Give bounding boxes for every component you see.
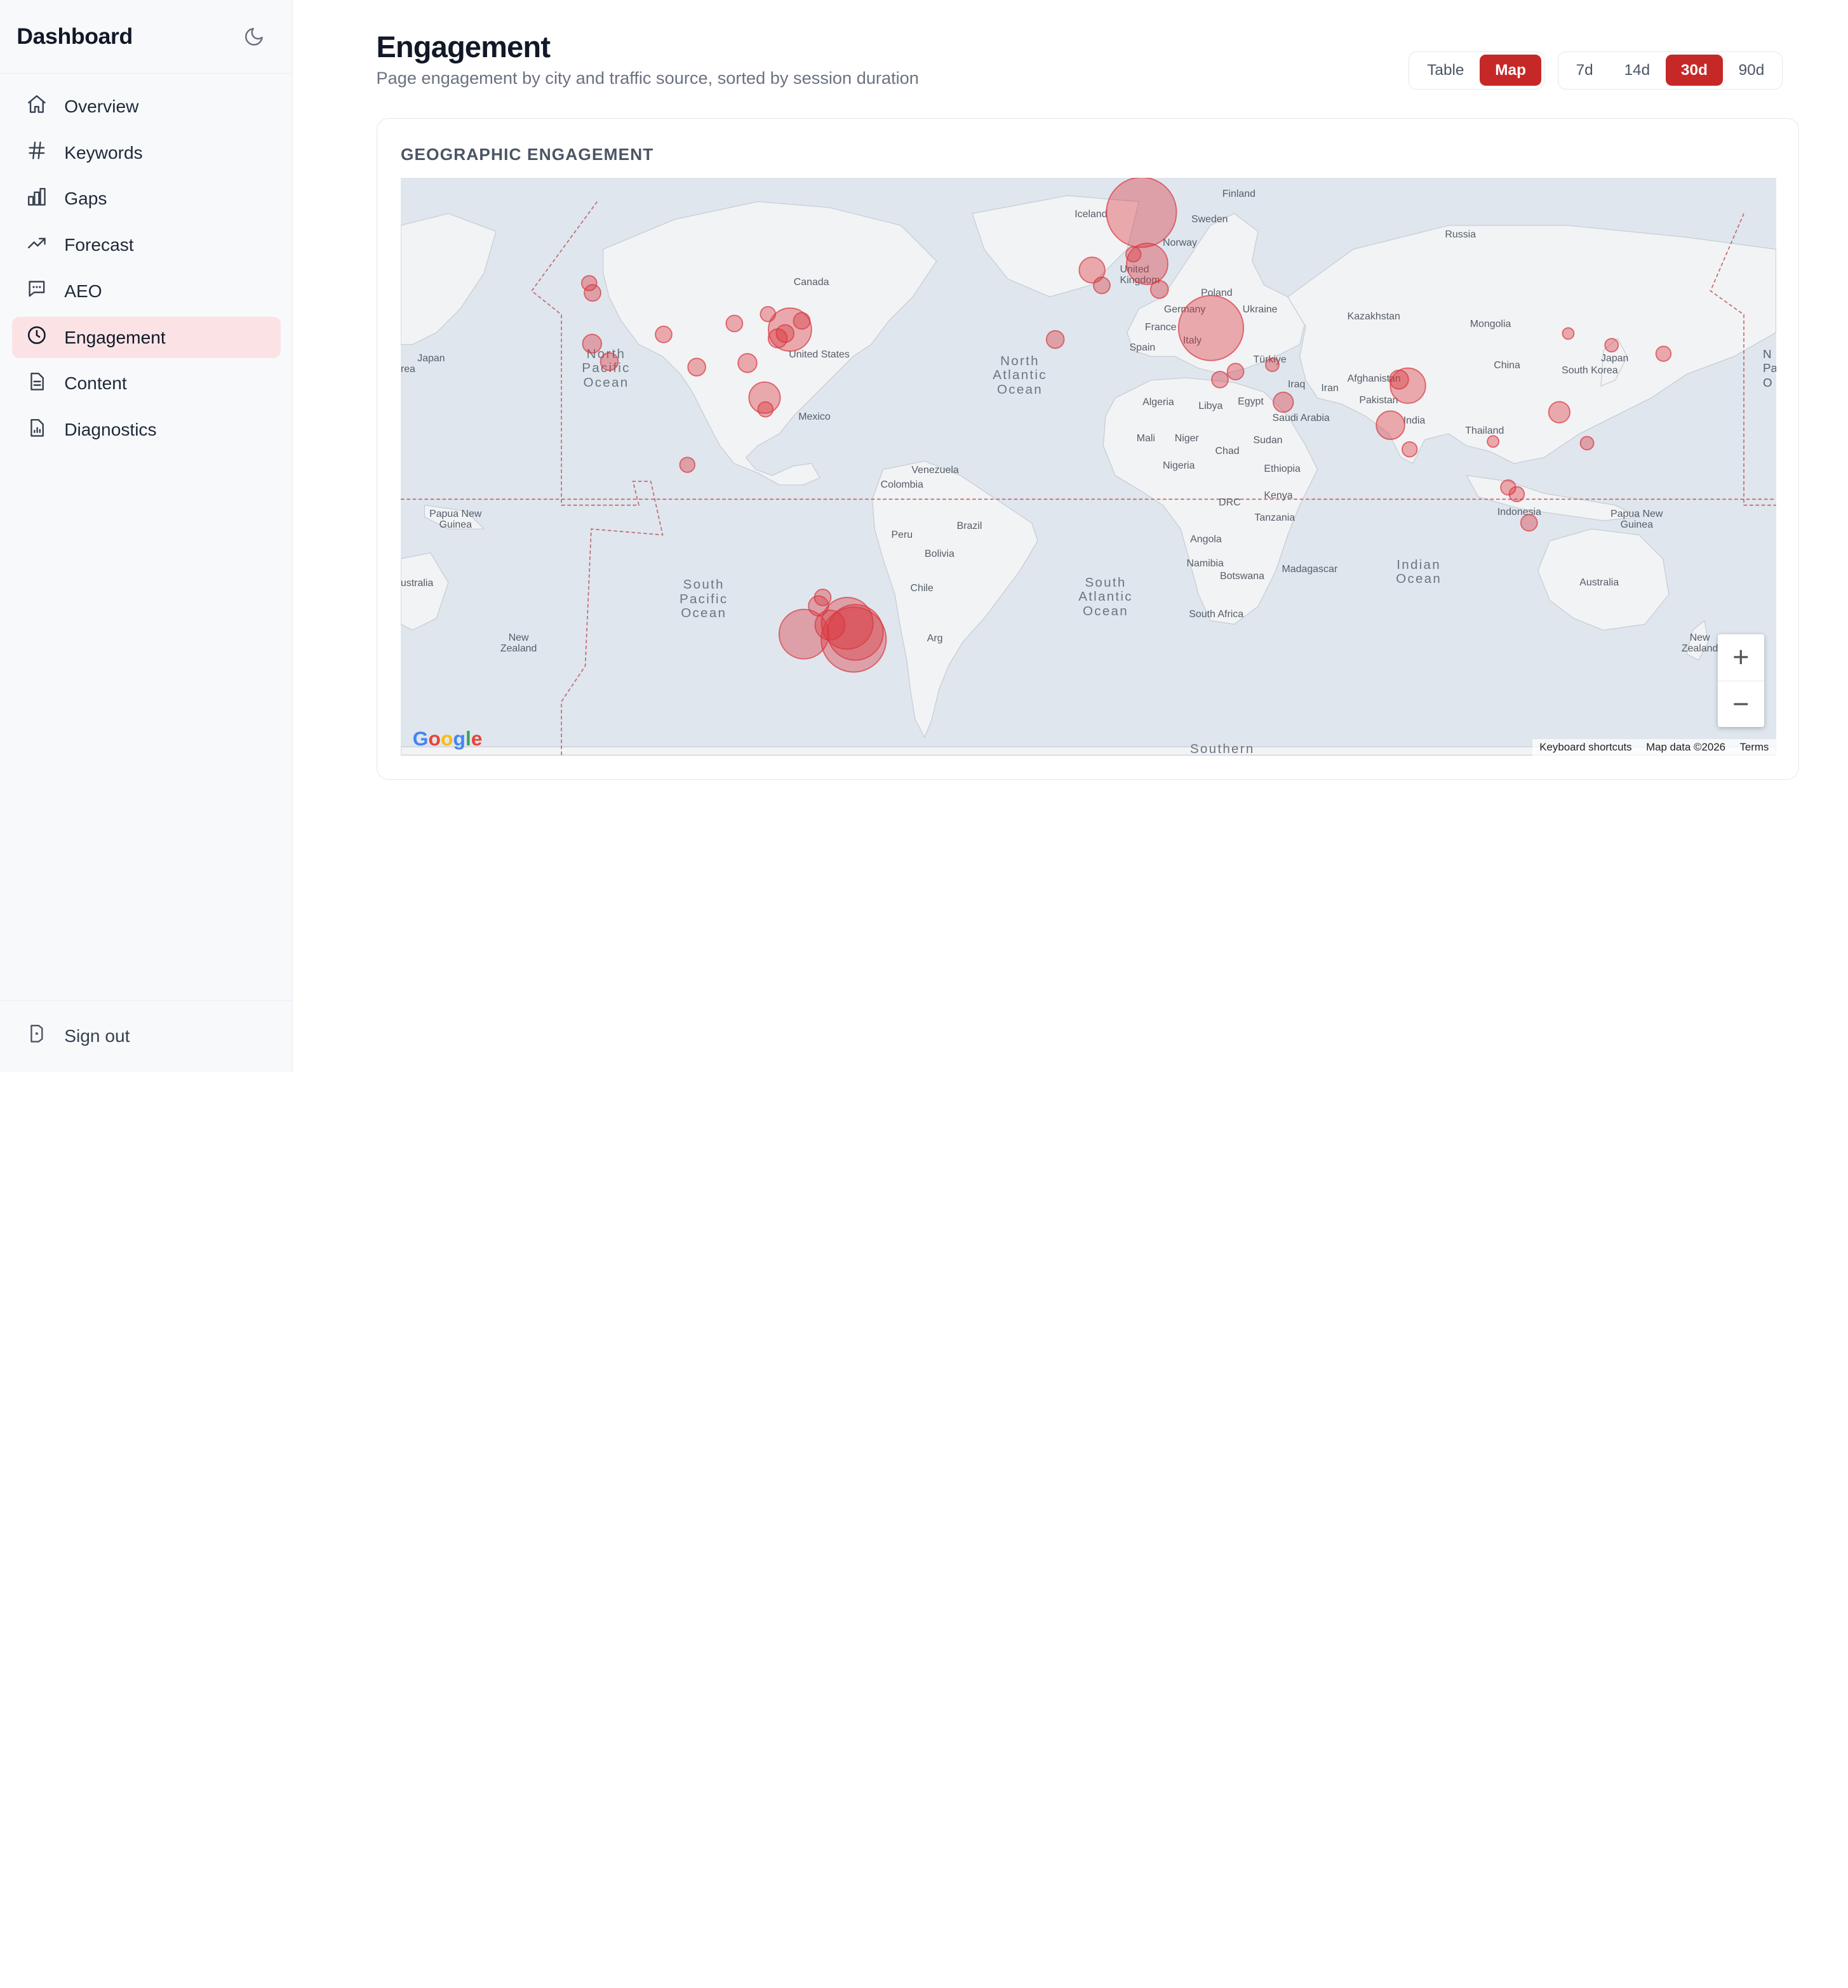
sidebar-item-label: Forecast (64, 235, 134, 255)
engagement-bubble[interactable] (1548, 401, 1570, 424)
range-30d-button[interactable]: 30d (1665, 55, 1724, 86)
engagement-bubble[interactable] (737, 353, 758, 373)
file-text-icon (26, 371, 48, 397)
sidebar-nav: Overview Keywords Gaps Forecast AEO Enga… (0, 74, 292, 467)
engagement-bubble[interactable] (599, 352, 619, 371)
view-toggle: Table Map (1409, 51, 1545, 90)
moon-icon[interactable] (243, 25, 267, 49)
geographic-engagement-card: GEOGRAPHIC ENGAGEMENT Finland Sweden Nor… (376, 117, 1800, 780)
sidebar-item-aeo[interactable]: AEO (12, 270, 281, 312)
page-title: Engagement (376, 30, 551, 63)
sidebar-item-overview[interactable]: Overview (12, 86, 281, 128)
engagement-bubble[interactable] (1520, 514, 1538, 532)
engagement-bubble[interactable] (1125, 246, 1142, 263)
engagement-bubble[interactable] (687, 357, 706, 377)
engagement-bubble[interactable] (1149, 280, 1169, 300)
message-icon (26, 278, 48, 304)
engagement-bubble[interactable] (814, 589, 832, 607)
sidebar-item-diagnostics[interactable]: Diagnostics (12, 409, 281, 451)
bar-chart-icon (26, 186, 48, 212)
engagement-bubble[interactable] (1177, 295, 1245, 362)
engagement-bubble[interactable] (1265, 357, 1280, 373)
card-title: GEOGRAPHIC ENGAGEMENT (401, 144, 654, 164)
engagement-bubble[interactable] (1500, 479, 1517, 496)
sign-out-button[interactable]: Sign out (0, 1000, 293, 1072)
home-icon (26, 93, 48, 119)
engagement-bubble[interactable] (1376, 410, 1405, 441)
keyboard-shortcuts-link[interactable]: Keyboard shortcuts (1539, 741, 1631, 754)
engagement-bubble[interactable] (1604, 338, 1619, 353)
range-14d-button[interactable]: 14d (1609, 55, 1665, 86)
sidebar: Dashboard Overview Keywords Gaps Forecas… (0, 0, 293, 1072)
sidebar-item-engagement[interactable]: Engagement (11, 316, 281, 359)
range-90d-button[interactable]: 90d (1723, 55, 1779, 86)
sign-out-label: Sign out (64, 1025, 130, 1046)
sidebar-item-label: Gaps (64, 189, 107, 209)
google-logo[interactable]: Google (413, 727, 483, 751)
engagement-bubble[interactable] (1655, 345, 1672, 363)
engagement-bubble[interactable] (1401, 441, 1418, 458)
sign-out-icon (26, 1023, 48, 1049)
engagement-bubble[interactable] (775, 324, 795, 344)
sidebar-item-label: Engagement (64, 327, 166, 347)
zoom-out-button[interactable]: − (1717, 680, 1764, 727)
map-attribution: Keyboard shortcuts Map data ©2026 Terms (1532, 738, 1776, 756)
clock-icon (26, 324, 48, 350)
engagement-bubble[interactable] (582, 334, 603, 354)
terms-link[interactable]: Terms (1739, 741, 1769, 754)
sidebar-header: Dashboard (0, 0, 293, 74)
engagement-bubble[interactable] (725, 315, 744, 333)
sidebar-item-label: Overview (64, 96, 139, 116)
engagement-bubble[interactable] (1106, 178, 1177, 248)
engagement-bubble[interactable] (1093, 277, 1111, 295)
engagement-bubble[interactable] (757, 401, 774, 418)
main-content: Engagement Page engagement by city and t… (293, 0, 1848, 1072)
engagement-bubbles (581, 178, 1672, 673)
table-view-button[interactable]: Table (1412, 55, 1480, 86)
sidebar-item-gaps[interactable]: Gaps (12, 178, 281, 220)
engagement-bubble[interactable] (655, 326, 673, 344)
sidebar-item-label: Diagnostics (64, 420, 157, 440)
trending-up-icon (26, 232, 48, 258)
sidebar-title: Dashboard (17, 23, 133, 50)
engagement-bubble[interactable] (760, 306, 777, 323)
world-map[interactable]: Finland Sweden Norway Iceland Russia Uni… (401, 178, 1776, 756)
range-toggle: 7d 14d 30d 90d (1557, 51, 1783, 90)
zoom-controls: + − (1717, 634, 1764, 727)
engagement-bubble[interactable] (581, 275, 598, 292)
sidebar-item-label: Keywords (64, 142, 143, 163)
file-chart-icon (26, 417, 48, 443)
range-7d-button[interactable]: 7d (1560, 55, 1609, 86)
engagement-bubble[interactable] (1226, 363, 1245, 381)
engagement-bubble[interactable] (793, 312, 811, 330)
map-data-label: Map data ©2026 (1646, 740, 1725, 753)
page-subtitle: Page engagement by city and traffic sour… (376, 67, 919, 88)
engagement-bubble[interactable] (679, 457, 696, 474)
engagement-bubble[interactable] (1273, 392, 1294, 413)
sidebar-item-label: AEO (64, 281, 102, 301)
hash-icon (26, 140, 48, 166)
zoom-in-button[interactable]: + (1718, 634, 1764, 681)
engagement-bubble[interactable] (1389, 370, 1409, 390)
sidebar-item-forecast[interactable]: Forecast (12, 224, 281, 266)
engagement-bubble[interactable] (1045, 330, 1065, 349)
engagement-bubble[interactable] (1562, 327, 1575, 340)
engagement-bubble[interactable] (1211, 371, 1229, 389)
engagement-bubble[interactable] (1579, 436, 1595, 451)
sidebar-item-keywords[interactable]: Keywords (12, 132, 281, 174)
sidebar-item-content[interactable]: Content (12, 363, 281, 405)
sidebar-item-label: Content (64, 373, 127, 394)
engagement-bubble[interactable] (1487, 435, 1500, 448)
map-view-button[interactable]: Map (1479, 55, 1542, 86)
